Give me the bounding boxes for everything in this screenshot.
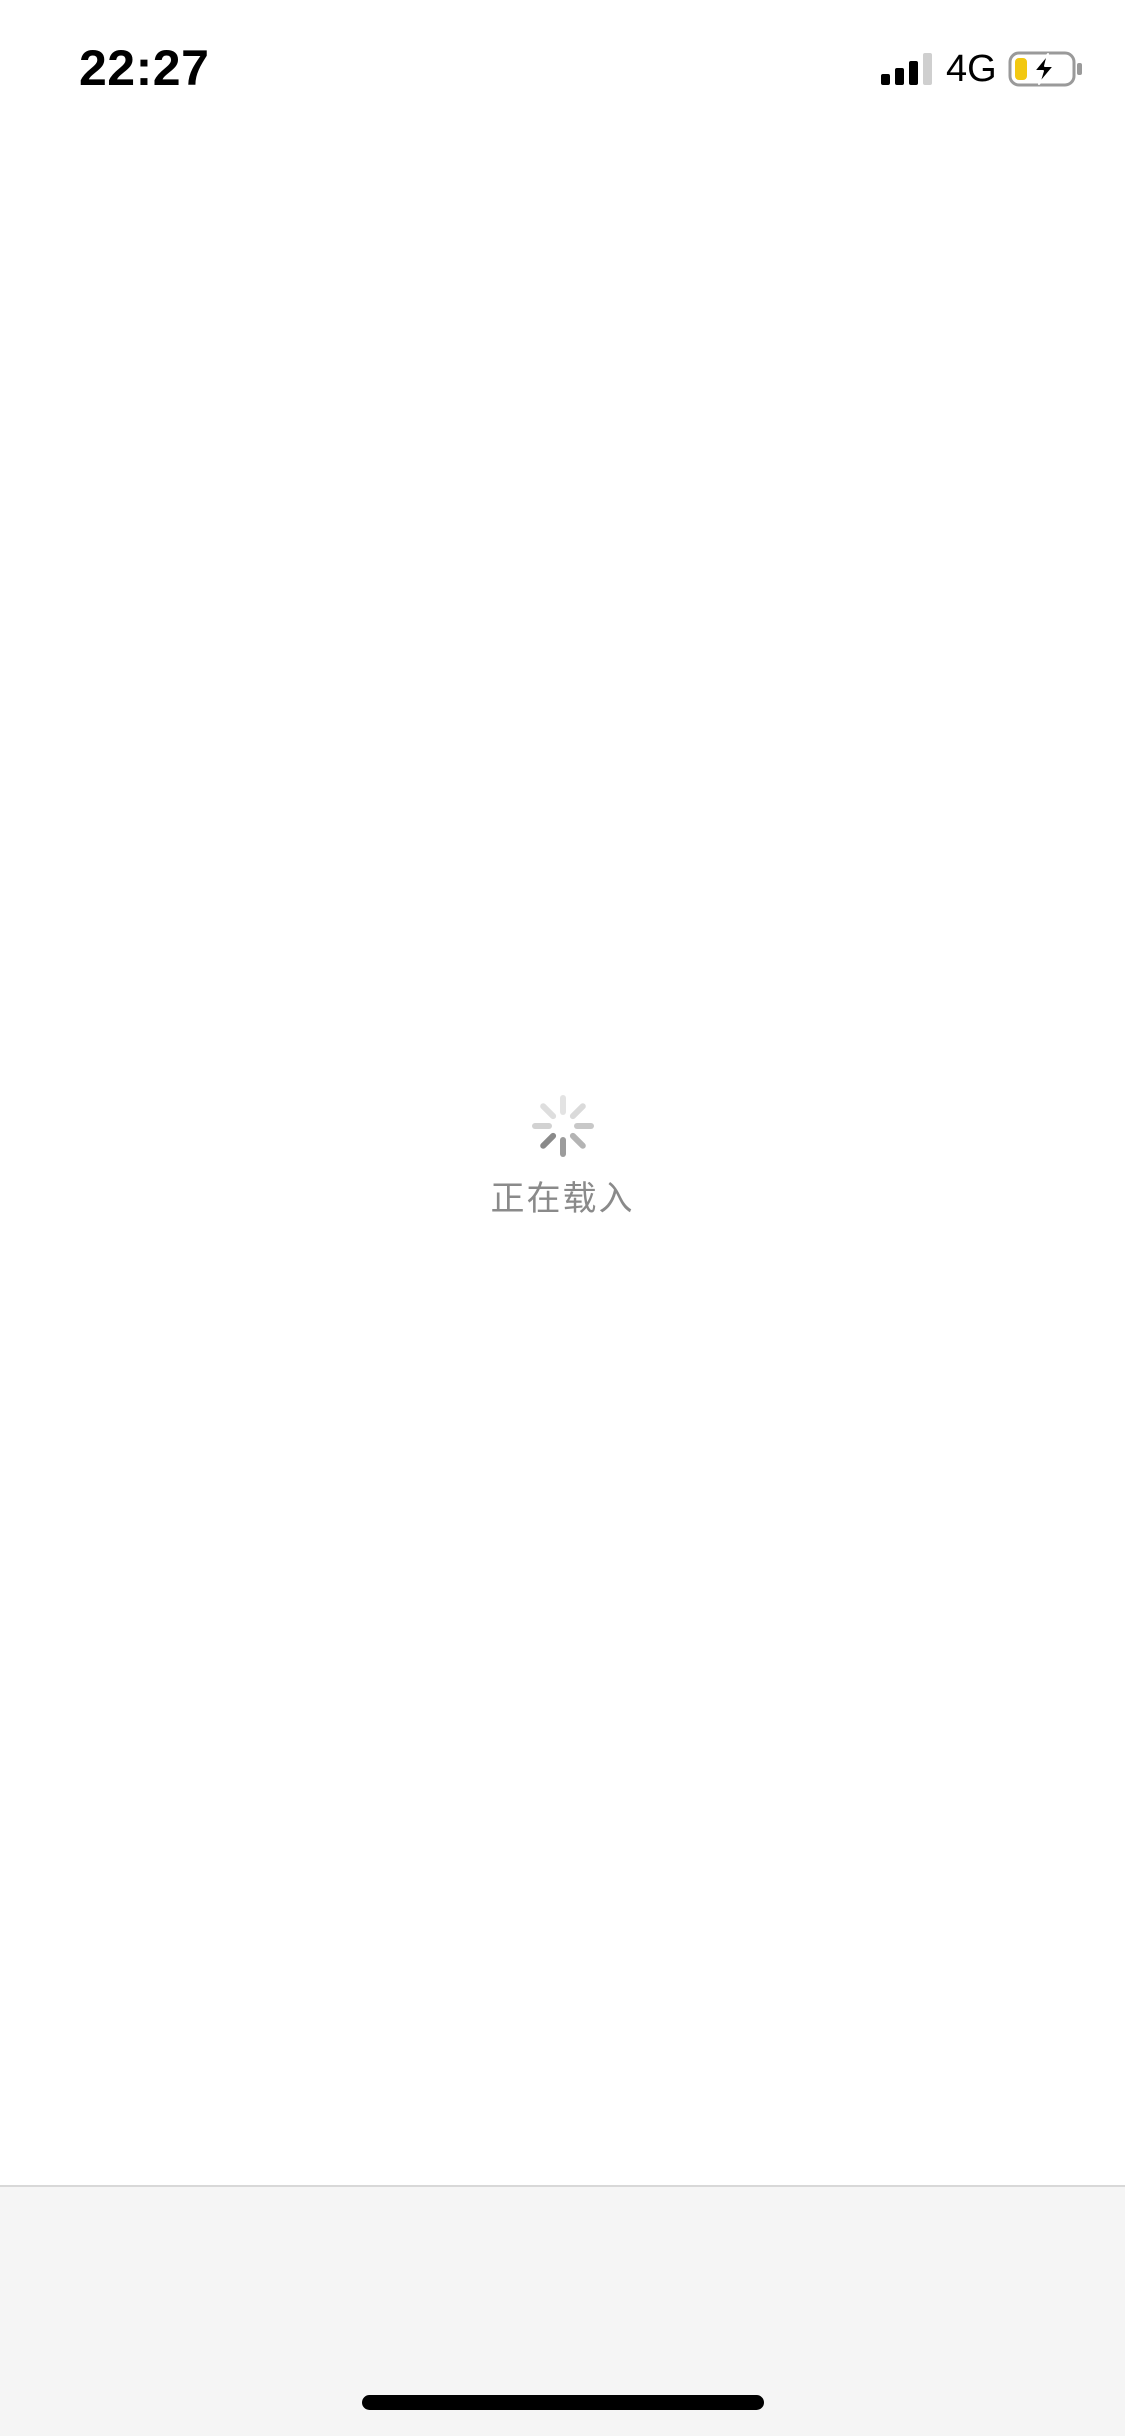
home-indicator[interactable] xyxy=(362,2395,764,2410)
battery-charging-icon xyxy=(1008,51,1082,87)
loading-indicator: 正在载入 xyxy=(0,1095,1125,1220)
status-bar: 22:27 4G xyxy=(0,0,1125,135)
loading-text: 正在载入 xyxy=(490,1179,635,1219)
network-type: 4G xyxy=(946,48,997,90)
screen: 22:27 4G 正在载入 xyxy=(0,0,1125,2436)
cellular-signal-icon xyxy=(881,53,932,85)
status-time: 22:27 xyxy=(79,40,210,96)
loading-spinner-icon xyxy=(531,1095,594,1157)
